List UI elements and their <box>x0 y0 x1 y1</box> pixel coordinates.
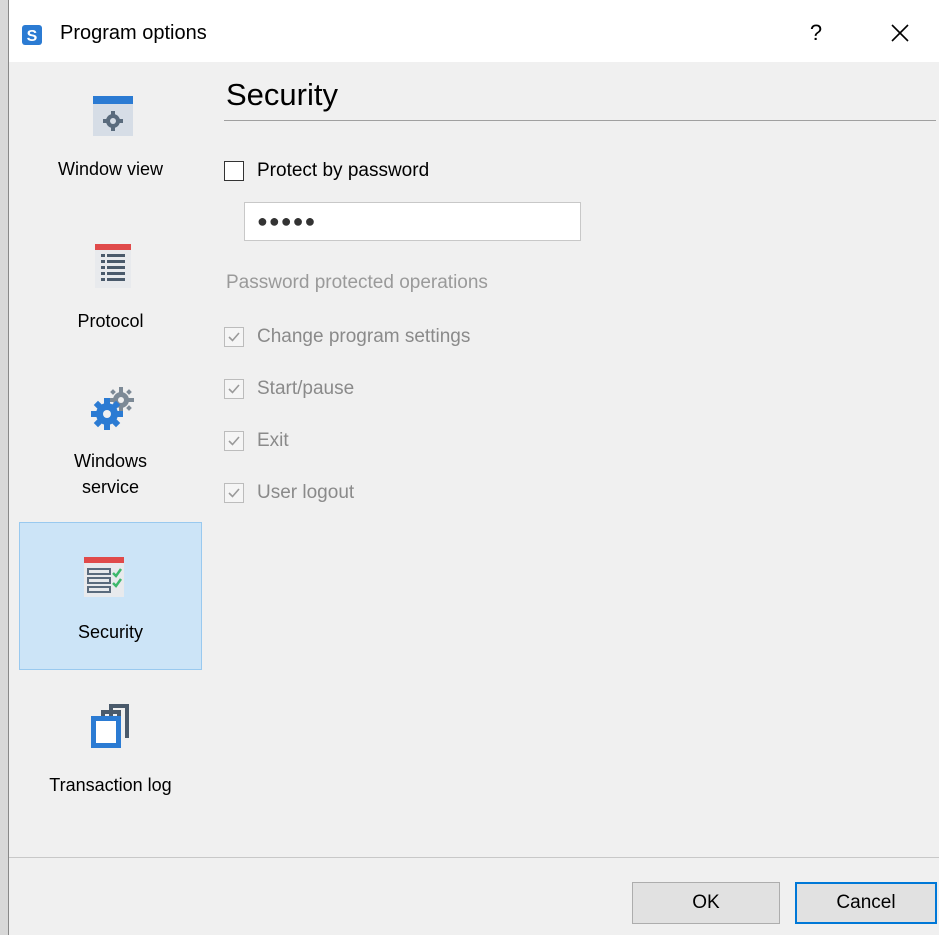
footer-divider <box>9 857 939 858</box>
page-title: Security <box>226 77 338 112</box>
start-pause-checkbox[interactable]: Start/pause <box>224 376 424 404</box>
program-options-dialog: S Program options ? Window view Protocol… <box>8 0 939 935</box>
user-logout-checkbox[interactable]: User logout <box>224 480 424 508</box>
checkbox-box[interactable] <box>224 431 244 451</box>
checkbox-label: User logout <box>257 482 355 503</box>
checkbox-box[interactable] <box>224 483 244 503</box>
title-bar[interactable]: S Program options ? <box>9 0 939 62</box>
checkbox-label: Start/pause <box>257 378 355 399</box>
sidebar-item-windows-service[interactable]: Windows service <box>19 380 202 504</box>
exit-checkbox[interactable]: Exit <box>224 428 344 456</box>
sidebar-item-label: Transaction log <box>49 775 172 795</box>
checkbox-label: Change program settings <box>257 326 471 347</box>
sidebar-item-security[interactable]: Security <box>19 522 202 670</box>
change-program-settings-checkbox[interactable]: Change program settings <box>224 324 524 352</box>
window-title: Program options <box>60 22 207 44</box>
operations-group-label: Password protected operations <box>226 272 488 293</box>
stacked-windows-icon <box>91 704 129 748</box>
check-icon <box>228 384 240 394</box>
cancel-button[interactable]: Cancel <box>795 882 937 924</box>
checkbox-box[interactable] <box>224 379 244 399</box>
checkbox-box[interactable] <box>224 161 244 181</box>
sidebar-item-label-line2: service <box>81 477 139 497</box>
background-window-strip <box>0 0 8 935</box>
sidebar-item-label-line1: Windows <box>73 451 148 471</box>
svg-text:S: S <box>27 28 38 45</box>
ok-button[interactable]: OK <box>632 882 780 924</box>
gears-icon <box>91 387 134 430</box>
sidebar-item-label: Window view <box>57 159 164 179</box>
check-icon <box>228 436 240 446</box>
sidebar-item-label: Security <box>77 622 144 642</box>
close-button[interactable] <box>877 14 923 52</box>
window-gear-icon <box>93 96 133 136</box>
sidebar-item-transaction-log[interactable]: Transaction log <box>19 702 202 812</box>
sidebar-item-protocol[interactable]: Protocol <box>19 240 202 350</box>
protocol-list-icon <box>95 244 131 288</box>
check-icon <box>228 488 240 498</box>
title-divider <box>224 120 936 121</box>
close-icon <box>891 24 909 42</box>
checkbox-label: Exit <box>257 430 289 451</box>
protect-by-password-checkbox[interactable]: Protect by password <box>224 158 464 186</box>
password-field[interactable]: ●●●●● <box>244 202 581 241</box>
app-logo-icon: S <box>22 25 42 45</box>
sidebar-item-label: Protocol <box>77 311 144 331</box>
checkbox-box[interactable] <box>224 327 244 347</box>
security-checklist-icon <box>84 557 124 597</box>
help-button[interactable]: ? <box>799 14 833 52</box>
checkbox-label: Protect by password <box>257 160 430 181</box>
check-icon <box>228 332 240 342</box>
sidebar-item-window-view[interactable]: Window view <box>19 84 202 216</box>
